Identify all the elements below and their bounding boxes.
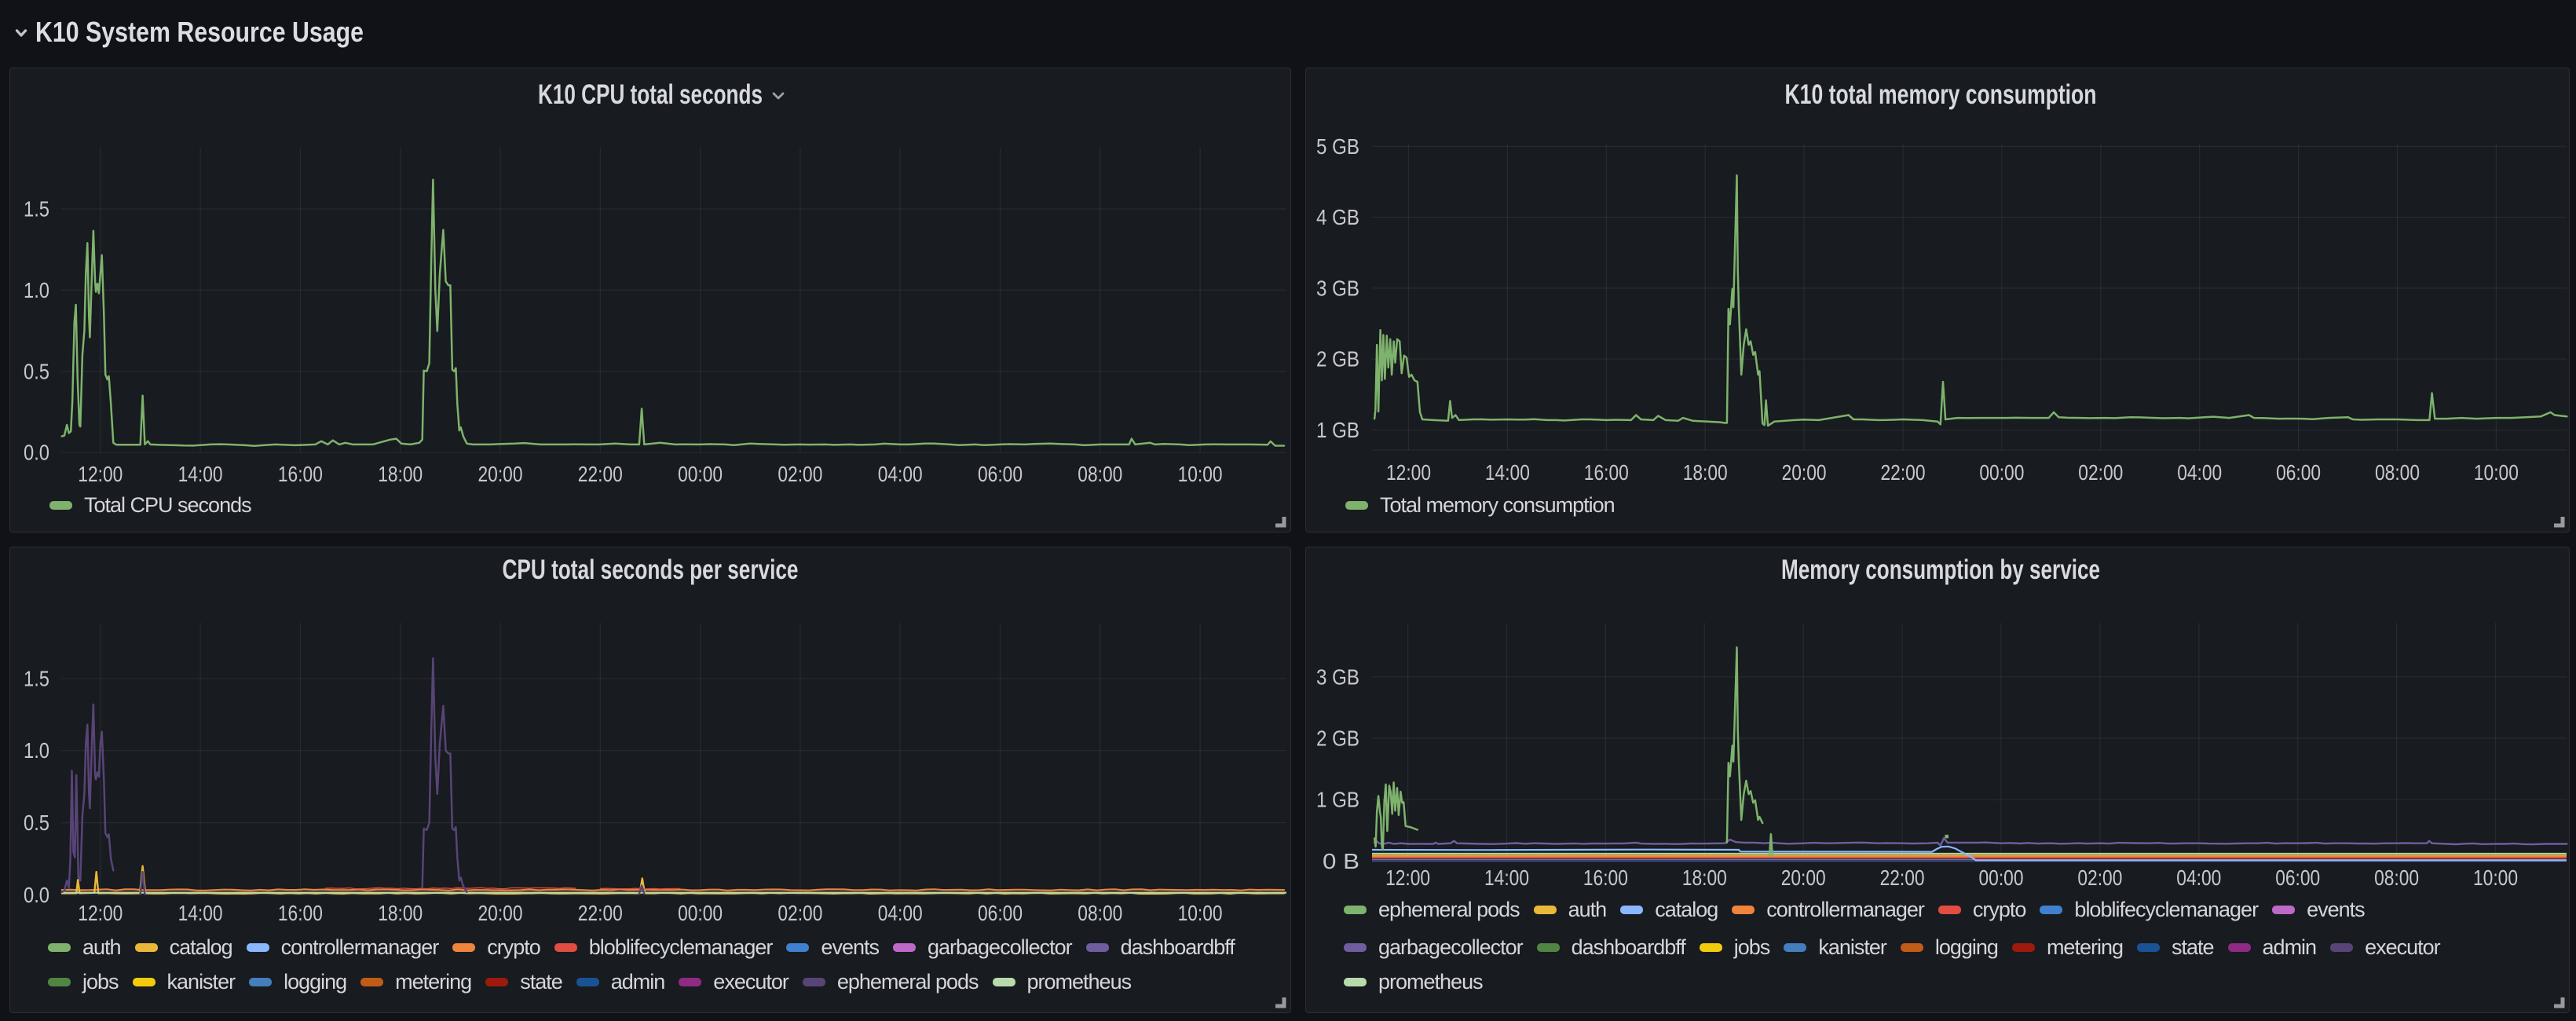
svg-text:K10 total memory consumption: K10 total memory consumption — [1785, 79, 2097, 110]
svg-text:K10 CPU total seconds: K10 CPU total seconds — [538, 79, 763, 110]
svg-text:CPU total seconds per service: CPU total seconds per service — [503, 554, 799, 585]
svg-text:Memory consumption by service: Memory consumption by service — [1781, 554, 2100, 585]
svg-text:K10 System Resource Usage: K10 System Resource Usage — [35, 16, 364, 48]
